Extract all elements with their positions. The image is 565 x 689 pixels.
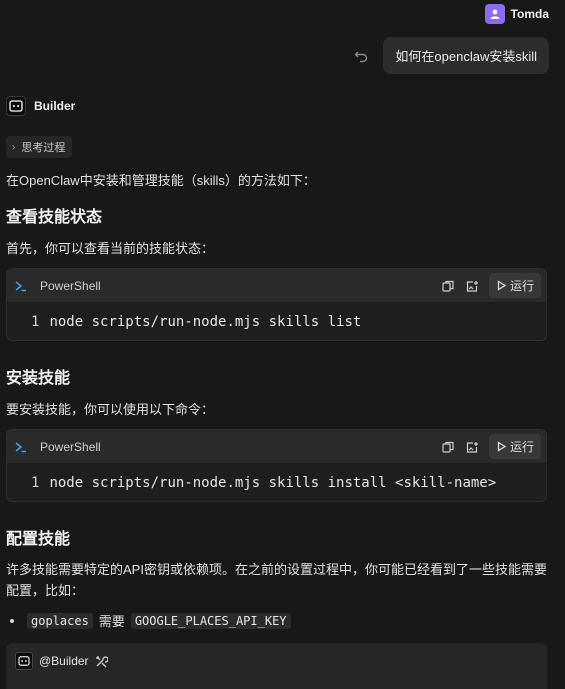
code-language: PowerShell bbox=[40, 278, 101, 293]
bot-name: Builder bbox=[34, 99, 76, 113]
play-icon bbox=[497, 441, 507, 452]
run-button[interactable]: 运行 bbox=[488, 273, 541, 298]
chevron-right-icon: › bbox=[12, 141, 16, 153]
section-text-view-skills: 首先，你可以查看当前的技能状态： bbox=[6, 241, 215, 256]
bot-avatar bbox=[15, 652, 33, 670]
section-title-configure-skills: 配置技能 bbox=[6, 531, 71, 548]
mention-card: @Builder bbox=[6, 643, 547, 689]
line-number: 1 bbox=[31, 475, 40, 491]
bot-header: Builder bbox=[6, 96, 75, 116]
user-avatar bbox=[484, 4, 505, 24]
run-label: 运行 bbox=[509, 440, 534, 454]
code-header: PowerShell 运行 bbox=[7, 269, 546, 302]
code-content: 1 node scripts/run-node.mjs skills list bbox=[7, 302, 546, 340]
user-icon bbox=[490, 9, 500, 19]
code-language: PowerShell bbox=[40, 439, 101, 454]
mention-name: @Builder bbox=[39, 654, 89, 668]
list-item: goplaces 需要 GOOGLE_PLACES_API_KEY bbox=[10, 611, 291, 630]
section-text-configure-line1: 许多技能需要特定的API密钥或依赖项。在之前的设置过程中，你可能已经看到了一些技… bbox=[6, 562, 547, 577]
thinking-toggle[interactable]: › 思考过程 bbox=[6, 136, 73, 158]
code-line: node scripts/run-node.mjs skills list bbox=[49, 314, 362, 330]
bullet-dot bbox=[10, 618, 14, 623]
section-text-configure-line2: 配置，比如： bbox=[6, 583, 85, 598]
code-content: 1 node scripts/run-node.mjs skills insta… bbox=[7, 463, 546, 501]
powershell-icon bbox=[15, 280, 26, 291]
inline-code-skill: goplaces bbox=[27, 612, 93, 629]
copy-icon[interactable] bbox=[441, 440, 455, 454]
powershell-icon bbox=[15, 441, 26, 452]
bot-avatar bbox=[6, 96, 26, 116]
undo-icon[interactable] bbox=[353, 48, 369, 64]
section-title-install-skills: 安装技能 bbox=[6, 370, 71, 387]
section-text-install-skills: 要安装技能，你可以使用以下命令： bbox=[6, 402, 215, 417]
tools-icon[interactable] bbox=[95, 655, 108, 668]
thinking-label: 思考过程 bbox=[21, 142, 66, 154]
user-message-row: 如何在openclaw安装skill bbox=[353, 37, 549, 74]
code-header: PowerShell 运行 bbox=[7, 430, 546, 463]
user-header: Tomda bbox=[484, 4, 549, 24]
bullet-word: 需要 bbox=[98, 614, 125, 629]
run-label: 运行 bbox=[509, 279, 534, 293]
insert-icon[interactable] bbox=[465, 279, 479, 293]
mention-header: @Builder bbox=[6, 643, 547, 670]
user-name: Tomda bbox=[510, 7, 549, 21]
bot-icon bbox=[9, 100, 23, 112]
run-button[interactable]: 运行 bbox=[488, 434, 541, 459]
intro-text: 在OpenClaw中安装和管理技能（skills）的方法如下： bbox=[6, 173, 316, 188]
section-title-view-skills: 查看技能状态 bbox=[6, 209, 103, 226]
inline-code-env: GOOGLE_PLACES_API_KEY bbox=[130, 612, 291, 629]
code-block-list: PowerShell 运行 1 node scripts/run-node.mj… bbox=[6, 268, 547, 341]
copy-icon[interactable] bbox=[441, 279, 455, 293]
bot-icon bbox=[18, 656, 30, 666]
play-icon bbox=[497, 280, 507, 291]
insert-icon[interactable] bbox=[465, 440, 479, 454]
code-block-install: PowerShell 运行 1 node scripts/run-node.mj… bbox=[6, 429, 547, 502]
user-message: 如何在openclaw安装skill bbox=[383, 37, 549, 74]
line-number: 1 bbox=[31, 314, 40, 330]
code-line: node scripts/run-node.mjs skills install… bbox=[49, 475, 497, 491]
